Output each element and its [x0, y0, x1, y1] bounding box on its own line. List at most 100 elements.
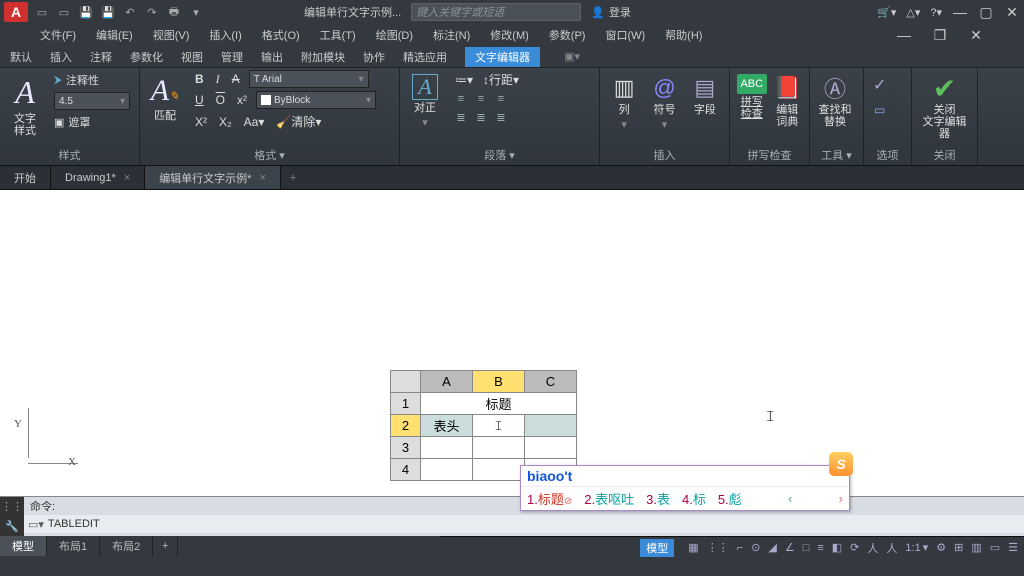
menu-view[interactable]: 视图(V) — [153, 27, 190, 43]
cell-c3[interactable] — [525, 437, 577, 459]
menu-tools[interactable]: 工具(T) — [320, 27, 356, 43]
menu-modify[interactable]: 修改(M) — [490, 27, 529, 43]
transparency-icon[interactable]: ◧ — [832, 541, 842, 554]
ime-cand-3[interactable]: 3.表 — [646, 489, 670, 508]
row-header-1[interactable]: 1 — [391, 393, 421, 415]
polar-icon[interactable]: ⊙ — [751, 541, 760, 554]
menu-edit[interactable]: 编辑(E) — [96, 27, 133, 43]
col-header-c[interactable]: C — [525, 371, 577, 393]
text-style-button[interactable]: A 文字 样式 — [6, 70, 44, 137]
text-height-combo[interactable]: 4.5▾ — [54, 92, 130, 110]
lweight-icon[interactable]: ≡ — [817, 542, 823, 554]
ime-next-icon[interactable]: › — [839, 491, 843, 506]
cell-a4[interactable] — [421, 459, 473, 481]
doc-restore-button[interactable]: ❐ — [932, 27, 948, 43]
align-left-button[interactable]: ≡ — [452, 91, 470, 107]
annotative-toggle[interactable]: ⮞注释性 — [54, 72, 130, 88]
menu-dimension[interactable]: 标注(N) — [433, 27, 470, 43]
menu-file[interactable]: 文件(F) — [40, 27, 76, 43]
layout-tab-2[interactable]: 布局2 — [100, 536, 153, 556]
close-icon[interactable]: × — [259, 172, 265, 184]
plus-icon[interactable]: ⊞ — [954, 541, 963, 554]
cmd-icon[interactable]: 🔧 — [5, 520, 19, 533]
super-button[interactable]: X² — [192, 114, 210, 130]
ortho-icon[interactable]: ⌐ — [737, 542, 743, 554]
close-editor-button[interactable]: ✔关闭 文字编辑器 — [918, 70, 971, 140]
save-icon[interactable]: 💾 — [78, 4, 94, 20]
rtab-featured[interactable]: 精选应用 — [403, 49, 447, 65]
grid-icon[interactable]: ▦ — [688, 541, 698, 554]
dictionary-button[interactable]: 📕编辑 词典 — [772, 70, 804, 128]
align-dist-button[interactable]: ≣ — [472, 109, 490, 125]
chevron-down-icon[interactable]: ▾ — [188, 4, 204, 20]
align-full-button[interactable]: ≣ — [492, 109, 510, 125]
table-corner[interactable] — [391, 371, 421, 393]
drawing-canvas[interactable]: Y X A B C 1 标题 2 表头 𝙸 3 4 𝙸 S — [0, 190, 1024, 496]
spellcheck-button[interactable]: ABC拼写 检查 — [736, 70, 768, 120]
menu-params[interactable]: 参数(P) — [549, 27, 586, 43]
rtab-texteditor[interactable]: 文字编辑器 — [465, 47, 540, 67]
col-header-b[interactable]: B — [473, 371, 525, 393]
ime-cand-5[interactable]: 5.彪 — [718, 489, 742, 508]
align-right-button[interactable]: ≡ — [492, 91, 510, 107]
layout-tab-model[interactable]: 模型 — [0, 536, 47, 556]
rtab-collab[interactable]: 协作 — [363, 49, 385, 65]
cmd-handle-icon[interactable]: ⋮⋮ — [1, 500, 23, 513]
col-header-a[interactable]: A — [421, 371, 473, 393]
cell-b3[interactable] — [473, 437, 525, 459]
underline-button[interactable]: U — [192, 92, 207, 108]
rtab-output[interactable]: 输出 — [261, 49, 283, 65]
ribbon-expand-icon[interactable]: ▣▾ — [564, 50, 580, 63]
row-header-2[interactable]: 2 — [391, 415, 421, 437]
rtab-insert[interactable]: 插入 — [50, 49, 72, 65]
undo-icon[interactable]: ↶ — [122, 4, 138, 20]
menu-insert[interactable]: 插入(I) — [209, 27, 241, 43]
rtab-manage[interactable]: 管理 — [221, 49, 243, 65]
command-input[interactable]: ▭▾ TABLEDIT — [24, 515, 1024, 533]
align-center-button[interactable]: ≡ — [472, 91, 490, 107]
rtab-default[interactable]: 默认 — [10, 49, 32, 65]
match-button[interactable]: A✎ 匹配 — [146, 70, 184, 122]
scale-label[interactable]: 1:1▾ — [905, 541, 928, 554]
align-justify-button[interactable]: ≣ — [452, 109, 470, 125]
status-model[interactable]: 模型 — [640, 539, 674, 557]
ruler-button[interactable]: ▭ — [870, 102, 889, 118]
linespace-button[interactable]: ↕ 行距 ▾ — [480, 70, 522, 89]
annovis-icon[interactable]: 人 — [886, 540, 897, 556]
rtab-annotate[interactable]: 注释 — [90, 49, 112, 65]
bold-button[interactable]: B — [192, 71, 207, 87]
layout-tab-add[interactable]: + — [153, 536, 178, 556]
ime-prev-icon[interactable]: ‹ — [788, 491, 792, 506]
clear-button[interactable]: 🧹 清除 ▾ — [273, 112, 324, 131]
ui-icon[interactable]: ▥ — [971, 541, 981, 554]
cycle-icon[interactable]: ⟳ — [850, 541, 859, 554]
column-button[interactable]: ▥列▾ — [606, 70, 642, 131]
osnap-icon[interactable]: ∠ — [785, 541, 795, 554]
doctab-current[interactable]: 编辑单行文字示例*× — [145, 166, 281, 189]
otrack-icon[interactable]: □ — [803, 542, 810, 554]
redo-icon[interactable]: ↷ — [144, 4, 160, 20]
rtab-addins[interactable]: 附加模块 — [301, 49, 345, 65]
close-button[interactable]: ✕ — [1004, 4, 1020, 20]
color-combo[interactable]: ByBlock▾ — [256, 91, 376, 109]
menu-format[interactable]: 格式(O) — [262, 27, 300, 43]
case-button[interactable]: Aa▾ — [241, 114, 268, 130]
doctab-drawing1[interactable]: Drawing1*× — [51, 166, 145, 189]
maximize-button[interactable]: ▢ — [978, 4, 994, 20]
doc-close-button[interactable]: ✕ — [968, 27, 984, 43]
italic-button[interactable]: I — [213, 71, 223, 88]
rtab-view[interactable]: 视图 — [181, 49, 203, 65]
cell-c2[interactable] — [525, 415, 577, 437]
ime-cand-2[interactable]: 2.表呕吐 — [584, 489, 634, 508]
row-header-4[interactable]: 4 — [391, 459, 421, 481]
justify-button[interactable]: A 对正 ▾ — [406, 70, 444, 129]
cell-b2-editing[interactable]: 𝙸 — [473, 415, 525, 437]
ime-cand-4[interactable]: 4.标 — [682, 489, 706, 508]
snap-icon[interactable]: ⋮⋮ — [707, 541, 729, 554]
ime-cand-1[interactable]: 1.标题⊘ — [527, 489, 572, 508]
overline-button[interactable]: O — [213, 92, 228, 108]
subscript-button[interactable]: x² — [234, 92, 250, 108]
share-icon[interactable]: △▾ — [906, 6, 920, 19]
strike-button[interactable]: A — [229, 71, 243, 87]
print-icon[interactable]: 🖶 — [166, 4, 182, 20]
